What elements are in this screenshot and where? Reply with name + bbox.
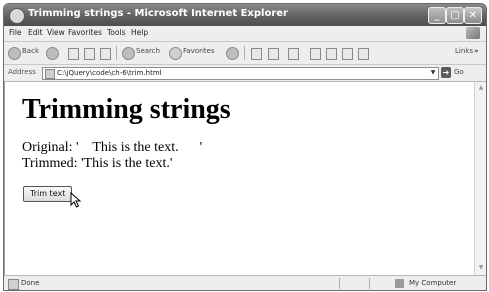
menu-favorites[interactable]: Favorites [68, 28, 102, 37]
toolbar: Back Search Favorites Links » [4, 42, 486, 65]
refresh-icon[interactable] [84, 48, 95, 60]
page-done-icon [8, 279, 19, 290]
address-url[interactable]: C:\jQuery\code\ch-6\trim.html [57, 68, 162, 79]
address-label: Address [8, 68, 36, 76]
address-bar: Address C:\jQuery\code\ch-6\trim.html ▼ … [4, 65, 486, 82]
print-icon[interactable] [288, 48, 299, 60]
mouse-cursor-icon [70, 192, 82, 208]
links-label[interactable]: Links [455, 47, 473, 55]
window-title: Trimming strings - Microsoft Internet Ex… [28, 8, 288, 19]
mail-icon[interactable] [268, 48, 279, 60]
page-content: Trimming strings Original: ' This is the… [4, 82, 475, 275]
vertical-scrollbar[interactable]: ▲ ▼ [474, 82, 486, 275]
menu-tools[interactable]: Tools [107, 28, 125, 37]
address-input[interactable]: C:\jQuery\code\ch-6\trim.html ▼ [42, 67, 439, 80]
search-button-label[interactable]: Search [136, 47, 160, 55]
title-bar: Trimming strings - Microsoft Internet Ex… [4, 4, 486, 26]
search-icon[interactable] [122, 47, 135, 60]
menu-bar: File Edit View Favorites Tools Help [4, 26, 486, 42]
browser-window: Trimming strings - Microsoft Internet Ex… [3, 3, 487, 291]
scroll-down-icon[interactable]: ▼ [477, 264, 485, 272]
trimmed-text: Trimmed: 'This is the text.' [22, 156, 173, 171]
status-divider [369, 278, 370, 289]
windows-logo-icon [466, 27, 480, 39]
toolbar-divider [116, 46, 117, 60]
forward-arrow-icon[interactable] [46, 47, 59, 60]
menu-file[interactable]: File [9, 28, 22, 37]
stop-icon[interactable] [68, 48, 79, 60]
go-button[interactable]: Go [454, 68, 464, 76]
status-text: Done [21, 279, 40, 287]
back-button-label[interactable]: Back [22, 47, 39, 55]
chevron-down-icon[interactable]: ▼ [429, 69, 437, 77]
ie-logo-icon [9, 8, 25, 24]
menu-help[interactable]: Help [131, 28, 148, 37]
messenger-icon[interactable] [342, 48, 353, 60]
original-text: Original: ' This is the text. ' [22, 140, 203, 155]
page-icon [45, 69, 55, 79]
minimize-button[interactable]: _ [428, 7, 446, 24]
toolbar-overflow-chevron[interactable]: » [474, 47, 479, 55]
research-icon[interactable] [358, 48, 369, 60]
favorites-button-label[interactable]: Favorites [183, 47, 215, 55]
history-icon[interactable] [251, 48, 262, 60]
computer-icon [395, 279, 404, 288]
page-title: Trimming strings [22, 94, 231, 125]
close-button[interactable]: ✕ [464, 7, 482, 24]
favorites-star-icon[interactable] [169, 47, 182, 60]
menu-view[interactable]: View [47, 28, 65, 37]
discuss-icon[interactable] [326, 48, 337, 60]
scroll-up-icon[interactable]: ▲ [477, 84, 485, 92]
back-arrow-icon[interactable] [8, 47, 21, 60]
status-bar: Done My Computer [4, 275, 486, 290]
go-arrow-icon[interactable]: ➔ [441, 67, 451, 78]
menu-edit[interactable]: Edit [28, 28, 43, 37]
toolbar-divider [244, 46, 245, 60]
security-zone: My Computer [409, 279, 457, 287]
status-divider [339, 278, 340, 289]
maximize-button[interactable]: □ [446, 7, 464, 24]
edit-icon[interactable] [310, 48, 321, 60]
trim-text-button[interactable]: Trim text [23, 186, 73, 202]
media-icon[interactable] [226, 47, 239, 60]
home-icon[interactable] [100, 48, 111, 60]
